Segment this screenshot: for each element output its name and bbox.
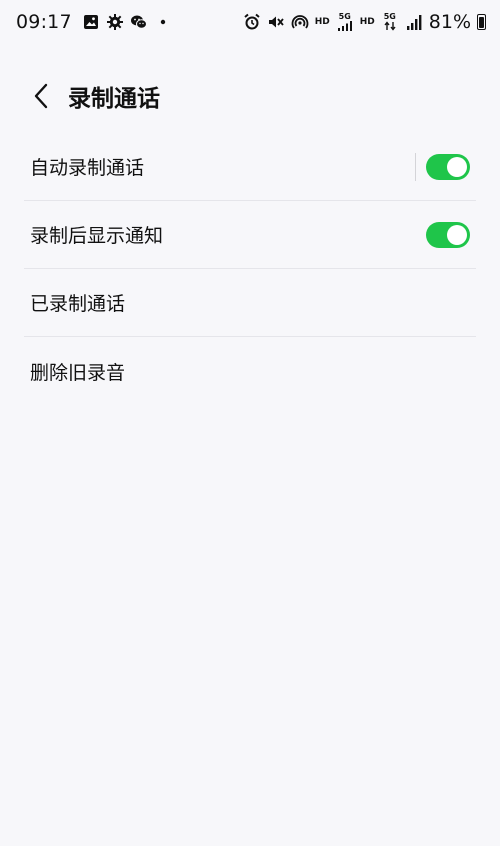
- gear-icon: [106, 13, 124, 31]
- toggle-knob: [447, 224, 467, 245]
- setting-label: 已录制通话: [30, 293, 126, 315]
- auto-record-toggle[interactable]: [426, 153, 470, 180]
- setting-recorded-calls[interactable]: 已录制通话: [24, 269, 476, 337]
- settings-list: 自动录制通话 录制后显示通知 已录制通话 删除旧录音: [24, 133, 476, 405]
- network-label-1: 5G: [338, 12, 351, 21]
- battery-icon: [477, 14, 486, 30]
- app-header: 录制通话: [0, 68, 500, 124]
- data-arrows-icon: [381, 21, 399, 31]
- show-notification-toggle[interactable]: [426, 221, 470, 248]
- setting-delete-old-recordings[interactable]: 删除旧录音: [24, 337, 476, 405]
- setting-control: [415, 152, 476, 181]
- status-bar: 09:17 HD 5G HD 5G 81%: [0, 0, 500, 44]
- hd-label-1: HD: [314, 16, 330, 27]
- page-title: 录制通话: [68, 86, 160, 112]
- hd-label-2: HD: [359, 16, 375, 27]
- mute-icon: [267, 13, 285, 31]
- status-bar-right: HD 5G HD 5G 81%: [243, 11, 486, 33]
- battery-percent: 81%: [428, 11, 471, 33]
- dot-icon: [154, 13, 172, 31]
- back-button[interactable]: [24, 76, 58, 116]
- signal-bars-icon: [336, 21, 354, 31]
- setting-control: [426, 221, 476, 248]
- signal-2: 5G: [381, 13, 399, 31]
- alarm-icon: [243, 13, 261, 31]
- hotspot-icon: [291, 13, 309, 31]
- network-label-2: 5G: [383, 12, 396, 21]
- gallery-icon: [82, 13, 100, 31]
- setting-label: 录制后显示通知: [30, 225, 164, 247]
- setting-label: 自动录制通话: [30, 157, 145, 179]
- status-time: 09:17: [16, 11, 72, 33]
- signal-bars-icon: [405, 13, 423, 31]
- setting-label: 删除旧录音: [30, 361, 126, 384]
- vertical-divider: [415, 152, 416, 181]
- signal-1: 5G: [336, 13, 354, 31]
- wechat-icon: [130, 13, 148, 31]
- status-bar-left: 09:17: [16, 11, 172, 33]
- chevron-left-icon: [34, 83, 48, 109]
- setting-show-notification[interactable]: 录制后显示通知: [24, 201, 476, 269]
- toggle-knob: [447, 156, 467, 177]
- setting-auto-record[interactable]: 自动录制通话: [24, 133, 476, 201]
